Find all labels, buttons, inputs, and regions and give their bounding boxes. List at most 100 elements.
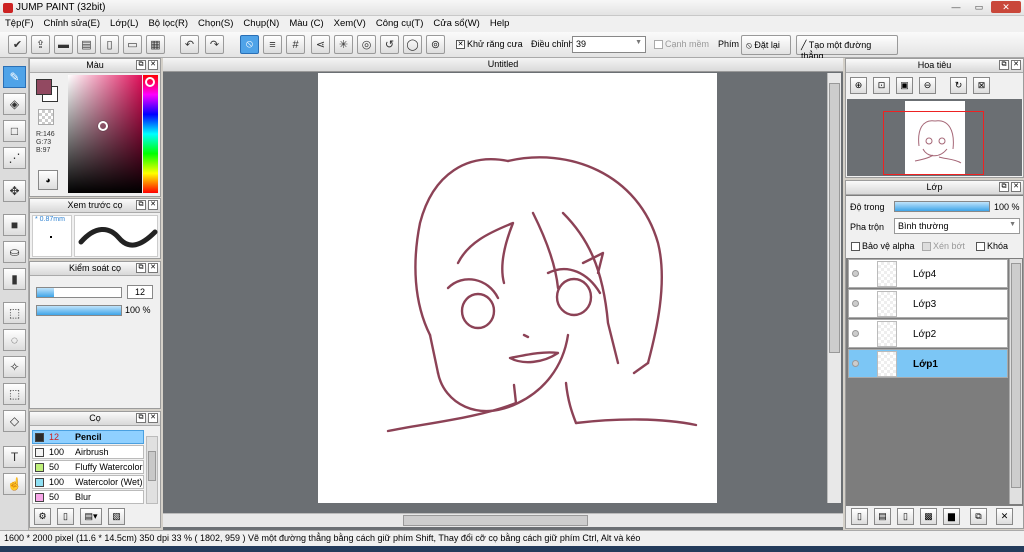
float-icon[interactable]: ⧉ bbox=[136, 200, 146, 210]
layer-scroll-thumb[interactable] bbox=[1011, 263, 1021, 488]
antialias-checkbox[interactable]: ✕ Khử răng cưa bbox=[456, 39, 523, 50]
brush-row[interactable]: 100 Watercolor (Wet) bbox=[32, 475, 144, 489]
protect-alpha-checkbox[interactable]: Bảo vệ alpha bbox=[851, 241, 915, 252]
menu-edit[interactable]: Chỉnh sửa(E) bbox=[39, 16, 106, 29]
adjust-combo[interactable]: 39 ▼ bbox=[572, 36, 646, 53]
foreground-color-swatch[interactable] bbox=[36, 79, 52, 95]
text-tool-icon[interactable]: T bbox=[3, 446, 26, 468]
close-icon[interactable]: ✕ bbox=[148, 200, 158, 210]
brush-size-input[interactable]: 12 bbox=[127, 285, 153, 299]
perspective-icon[interactable]: ⋖ bbox=[311, 35, 330, 54]
visibility-icon[interactable] bbox=[852, 330, 859, 337]
horizontal-scroll-thumb[interactable] bbox=[403, 515, 588, 526]
duplicate-layer-icon[interactable]: ⧉ bbox=[970, 508, 987, 525]
blend-mode-select[interactable]: Bình thường ▼ bbox=[894, 218, 1020, 234]
message-icon[interactable]: ▤ bbox=[77, 35, 96, 54]
drawing-canvas[interactable] bbox=[318, 73, 717, 503]
menu-view[interactable]: Xem(V) bbox=[329, 16, 371, 29]
line-tool-icon[interactable]: ⋰ bbox=[3, 147, 26, 169]
curve-icon[interactable]: ↺ bbox=[380, 35, 399, 54]
parallel-lines-icon[interactable]: ≡ bbox=[263, 35, 282, 54]
circle-icon[interactable]: ◯ bbox=[403, 35, 422, 54]
zoom-100-icon[interactable]: ⊡ bbox=[873, 77, 890, 94]
hand-tool-icon[interactable]: ☝ bbox=[3, 473, 26, 495]
undo-icon[interactable]: ↶ bbox=[180, 35, 199, 54]
export-icon[interactable]: ⇪ bbox=[31, 35, 50, 54]
new-1bit-layer-icon[interactable]: ▯ bbox=[897, 508, 914, 525]
radial-lines-icon[interactable]: ✳ bbox=[334, 35, 353, 54]
lock-checkbox[interactable]: Khóa bbox=[976, 241, 1008, 252]
delete-layer-icon[interactable]: ✕ bbox=[996, 508, 1013, 525]
clip-checkbox[interactable]: Xén bớt bbox=[922, 241, 965, 252]
float-icon[interactable]: ⧉ bbox=[136, 413, 146, 423]
lasso-tool-icon[interactable]: ◌ bbox=[3, 329, 26, 351]
menu-tools[interactable]: Công cụ(T) bbox=[371, 16, 429, 29]
brush-size-slider[interactable] bbox=[36, 287, 122, 298]
menu-layer[interactable]: Lớp(L) bbox=[105, 16, 143, 29]
brush-properties-icon[interactable]: ▧ bbox=[108, 508, 125, 525]
menu-select[interactable]: Chọn(S) bbox=[193, 16, 238, 29]
straight-line-button[interactable]: ╱ Tạo một đường thẳng bbox=[796, 35, 898, 61]
canvas-vertical-scrollbar[interactable] bbox=[827, 73, 841, 503]
ellipse-icon[interactable]: ⊚ bbox=[426, 35, 445, 54]
page-icon[interactable]: ▯ bbox=[100, 35, 119, 54]
gradient-tool-icon[interactable]: ▮ bbox=[3, 268, 26, 290]
visibility-icon[interactable] bbox=[852, 360, 859, 367]
brush-opacity-slider[interactable] bbox=[36, 305, 122, 316]
new-layer-icon[interactable]: ▯ bbox=[851, 508, 868, 525]
canvas-horizontal-scrollbar[interactable] bbox=[163, 513, 843, 527]
visibility-icon[interactable] bbox=[852, 300, 859, 307]
flip-icon[interactable]: ⊠ bbox=[973, 77, 990, 94]
layer-row[interactable]: Lớp2 bbox=[848, 319, 1008, 348]
bucket-tool-icon[interactable]: ⛀ bbox=[3, 241, 26, 263]
folder-icon[interactable]: ▆ bbox=[943, 508, 960, 525]
halftone-layer-icon[interactable]: ▩ bbox=[920, 508, 937, 525]
rect-select-tool-icon[interactable]: ⬚ bbox=[3, 302, 26, 324]
rectangle-tool-icon[interactable]: □ bbox=[3, 120, 26, 142]
brush-row[interactable]: 100 Airbrush bbox=[32, 445, 144, 459]
brush-row[interactable]: 12 Pencil bbox=[32, 430, 144, 444]
vertical-scroll-thumb[interactable] bbox=[829, 83, 840, 353]
brush-row[interactable]: 50 Blur bbox=[32, 490, 144, 504]
brush-menu-icon[interactable]: ▤▾ bbox=[80, 508, 102, 525]
float-icon[interactable]: ⧉ bbox=[999, 182, 1009, 192]
brush-list-scroll-thumb[interactable] bbox=[148, 451, 156, 481]
hue-cursor-icon[interactable] bbox=[145, 77, 155, 87]
layer-row[interactable]: Lớp4 bbox=[848, 259, 1008, 288]
menu-capture[interactable]: Chụp(N) bbox=[238, 16, 284, 29]
color-cursor-icon[interactable] bbox=[98, 121, 108, 131]
smooth-checkbox[interactable]: Cạnh mềm bbox=[654, 39, 709, 50]
saturation-value-picker[interactable] bbox=[68, 75, 142, 193]
navigator-viewport[interactable] bbox=[883, 111, 984, 175]
hue-slider[interactable] bbox=[143, 75, 158, 193]
menu-color[interactable]: Màu (C) bbox=[284, 16, 328, 29]
brush-list-scrollbar[interactable] bbox=[146, 436, 158, 504]
float-icon[interactable]: ⧉ bbox=[999, 60, 1009, 70]
new-8bit-layer-icon[interactable]: ▤ bbox=[874, 508, 891, 525]
minimize-button[interactable]: — bbox=[945, 1, 967, 13]
layer-opacity-slider[interactable] bbox=[894, 201, 990, 212]
maximize-button[interactable]: ▭ bbox=[968, 1, 990, 13]
check-icon[interactable]: ✔ bbox=[8, 35, 27, 54]
zoom-out-icon[interactable]: ⊖ bbox=[919, 77, 936, 94]
select-eraser-tool-icon[interactable]: ◇ bbox=[3, 410, 26, 432]
document-tab[interactable]: Untitled bbox=[163, 58, 843, 72]
float-icon[interactable]: ⧉ bbox=[136, 60, 146, 70]
close-icon[interactable]: ✕ bbox=[148, 413, 158, 423]
comment-icon[interactable]: ▬ bbox=[54, 35, 73, 54]
concentric-icon[interactable]: ◎ bbox=[357, 35, 376, 54]
close-button[interactable]: ✕ bbox=[991, 1, 1021, 13]
brush-row[interactable]: 50 Fluffy Watercolor bbox=[32, 460, 144, 474]
transparent-swatch[interactable] bbox=[38, 109, 54, 125]
close-icon[interactable]: ✕ bbox=[148, 263, 158, 273]
close-icon[interactable]: ✕ bbox=[148, 60, 158, 70]
eraser-tool-icon[interactable]: ◈ bbox=[3, 93, 26, 115]
document-icon[interactable]: ▭ bbox=[123, 35, 142, 54]
layer-row[interactable]: Lớp3 bbox=[848, 289, 1008, 318]
move-tool-icon[interactable]: ✥ bbox=[3, 180, 26, 202]
magic-wand-tool-icon[interactable]: ✧ bbox=[3, 356, 26, 378]
brush-settings-icon[interactable]: ⚙ bbox=[34, 508, 51, 525]
menu-file[interactable]: Tệp(F) bbox=[0, 16, 39, 29]
visibility-icon[interactable] bbox=[852, 270, 859, 277]
fit-icon[interactable]: ▣ bbox=[896, 77, 913, 94]
